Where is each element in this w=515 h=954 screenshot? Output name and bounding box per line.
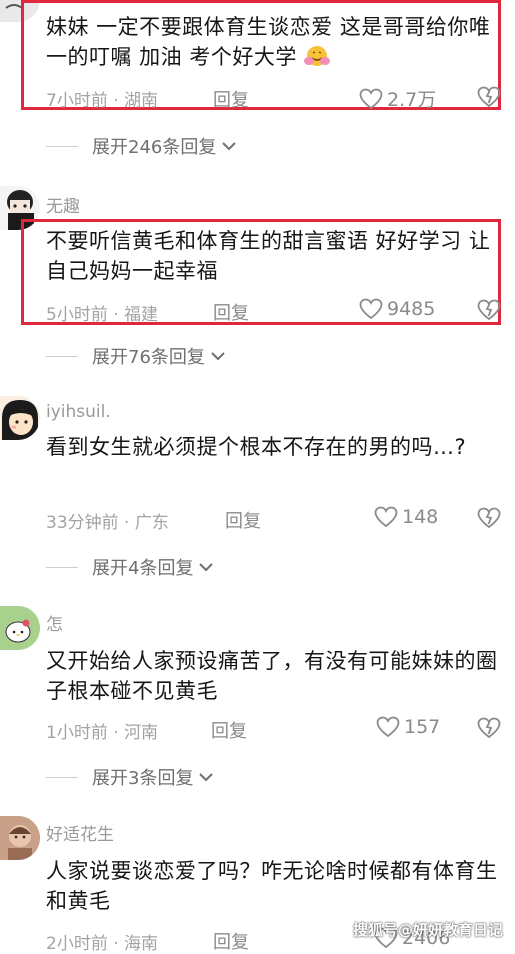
time-location: 33分钟前 · 广东	[46, 513, 169, 533]
username[interactable]: 怎	[46, 610, 63, 635]
like-button[interactable]: 2.7万	[359, 85, 436, 112]
chevron-down-icon	[211, 352, 225, 361]
like-button[interactable]: 148	[374, 506, 438, 528]
watermark: 搜狐号@妍妍教育日记	[352, 921, 503, 939]
divider-line	[46, 355, 78, 357]
chevron-down-icon	[199, 773, 214, 782]
like-button[interactable]: 157	[376, 716, 440, 738]
expand-replies-button[interactable]: 展开4条回复	[46, 554, 214, 580]
expand-replies-button[interactable]: 展开246条回复	[46, 133, 237, 159]
avatar[interactable]	[0, 396, 40, 440]
dislike-button[interactable]	[477, 717, 501, 743]
like-count: 2.7万	[387, 89, 437, 111]
reply-button[interactable]: 回复	[225, 507, 261, 533]
reply-button[interactable]: 回复	[213, 928, 249, 954]
username[interactable]: 好适花生	[46, 820, 114, 845]
dislike-button[interactable]	[477, 507, 501, 533]
like-count: 9485	[387, 298, 436, 320]
comment-text: 又开始给人家预设痛苦了，有没有可能妹妹的圈子根本碰不见黄毛	[46, 649, 498, 703]
like-count: 157	[404, 716, 441, 738]
dislike-heart-icon	[477, 86, 501, 108]
like-button[interactable]: 9485	[359, 298, 435, 320]
heart-outline-icon	[374, 506, 398, 528]
dislike-heart-icon	[477, 717, 501, 739]
reply-button[interactable]: 回复	[211, 717, 247, 743]
dislike-button[interactable]	[477, 299, 501, 325]
expand-replies-button[interactable]: 展开3条回复	[46, 764, 214, 790]
avatar[interactable]	[0, 606, 40, 650]
time-location: 1小时前 · 河南	[46, 723, 159, 743]
username[interactable]: iyihsuil.	[46, 402, 111, 422]
divider-line	[46, 145, 78, 147]
dislike-button[interactable]	[477, 86, 501, 112]
dislike-heart-icon	[477, 299, 501, 321]
comment-text: 不要听信黄毛和体育生的甜言蜜语 好好学习 让自己妈妈一起幸福	[46, 229, 491, 283]
time-location: 7小时前 · 湖南	[46, 91, 159, 111]
chevron-down-icon	[199, 563, 214, 572]
heart-outline-icon	[359, 298, 383, 320]
comment-text: 人家说要谈恋爱了吗？咋无论啥时候都有体育生和黄毛	[46, 859, 498, 913]
avatar[interactable]	[0, 816, 40, 860]
heart-outline-icon	[359, 88, 383, 109]
comment-text: 妹妹 一定不要跟体育生谈恋爱 这是哥哥给你唯一的叮嘱 加油 考个好大学	[46, 12, 501, 76]
heart-outline-icon	[376, 716, 400, 738]
expand-replies-button[interactable]: 展开76条回复	[46, 343, 226, 369]
divider-line	[46, 776, 78, 778]
username[interactable]: 无趣	[46, 192, 80, 217]
dislike-heart-icon	[477, 507, 501, 529]
comment-text: 看到女生就必须提个根本不存在的男的吗…?	[46, 435, 467, 459]
divider-line	[46, 566, 78, 568]
time-location: 5小时前 · 福建	[46, 305, 159, 325]
time-location: 2小时前 · 海南	[46, 934, 159, 954]
reply-button[interactable]: 回复	[213, 299, 249, 325]
hug-emoji	[304, 44, 331, 76]
like-count: 148	[402, 506, 439, 528]
chevron-down-icon	[222, 142, 237, 151]
reply-button[interactable]: 回复	[213, 86, 249, 112]
